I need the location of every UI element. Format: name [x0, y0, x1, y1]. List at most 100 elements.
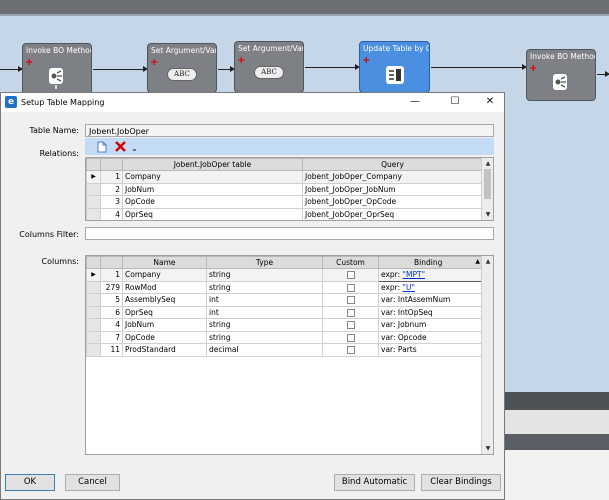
relations-row[interactable]: 3 OpCode Jobent_JobOper_OpCode: [86, 195, 483, 209]
delete-icon[interactable]: [115, 141, 126, 152]
binding-value: Parts: [397, 345, 417, 355]
binding-prefix: var:: [381, 295, 398, 305]
binding-link[interactable]: "MPT": [403, 270, 425, 279]
custom-checkbox[interactable]: [346, 346, 355, 355]
columns-row[interactable]: 4 JobNum string var: Jobnum: [86, 318, 483, 332]
relations-scrollbar[interactable]: ▲ ▼: [481, 158, 493, 220]
workflow-node-set-argument-1[interactable]: Set Argument/Vari + ABC: [147, 43, 217, 93]
custom-cell[interactable]: [322, 330, 379, 344]
scroll-thumb[interactable]: [484, 169, 491, 199]
cancel-button[interactable]: Cancel: [65, 474, 120, 491]
custom-checkbox[interactable]: [346, 296, 355, 305]
workflow-node-set-argument-2[interactable]: Set Argument/Vari + ABC: [234, 41, 304, 93]
query-column-cell[interactable]: Jobent_JobOper_OpCode: [302, 195, 483, 209]
columns-grid[interactable]: Name Type Custom Binding ▲ ▶ 1 Company st…: [85, 255, 494, 455]
custom-cell[interactable]: [322, 343, 379, 357]
scroll-up-icon[interactable]: ▲: [482, 158, 493, 169]
name-cell[interactable]: OpCode: [122, 330, 207, 344]
app-icon: e: [5, 96, 17, 108]
sort-ascending-icon: ▲: [475, 258, 480, 265]
type-cell[interactable]: string: [206, 318, 323, 332]
custom-checkbox[interactable]: [346, 333, 355, 342]
name-cell[interactable]: ProdStandard: [122, 343, 207, 357]
columns-scrollbar[interactable]: ▲ ▼: [481, 256, 493, 454]
minimize-button[interactable]: —: [397, 93, 433, 112]
name-cell[interactable]: Company: [122, 268, 207, 282]
relations-row[interactable]: ▶ 1 Company Jobent_JobOper_Company: [86, 170, 483, 184]
row-number: 4: [100, 207, 123, 220]
custom-cell[interactable]: [322, 268, 379, 282]
table-column-cell[interactable]: OprSeq: [122, 207, 303, 220]
columns-row[interactable]: 279 RowMod string expr: "U": [86, 280, 483, 294]
columns-row[interactable]: 6 OprSeq int var: IntOpSeq: [86, 305, 483, 319]
workflow-node-invoke-bo-2[interactable]: Invoke BO Method +: [526, 49, 596, 101]
binding-cell[interactable]: expr: "MPT": [378, 268, 483, 282]
relations-grid[interactable]: Jobent.JobOper table Query ▶ 1 Company J…: [85, 157, 494, 221]
name-cell[interactable]: JobNum: [122, 318, 207, 332]
custom-cell[interactable]: [322, 293, 379, 307]
custom-checkbox[interactable]: [346, 271, 355, 280]
table-column-cell[interactable]: OpCode: [122, 195, 303, 209]
query-column-cell[interactable]: Jobent_JobOper_JobNum: [302, 182, 483, 196]
query-column-cell[interactable]: Jobent_JobOper_OprSeq: [302, 207, 483, 220]
binding-cell[interactable]: expr: "U": [378, 280, 483, 294]
relations-row[interactable]: 2 JobNum Jobent_JobOper_JobNum: [86, 182, 483, 196]
columns-row[interactable]: 11 ProdStandard decimal var: Parts: [86, 343, 483, 357]
custom-checkbox[interactable]: [346, 283, 355, 292]
columns-row[interactable]: ▶ 1 Company string expr: "MPT": [86, 268, 483, 282]
type-cell[interactable]: int: [206, 293, 323, 307]
name-cell[interactable]: AssemblySeq: [122, 293, 207, 307]
type-cell[interactable]: int: [206, 305, 323, 319]
columns-filter-input[interactable]: [85, 227, 494, 240]
close-button[interactable]: ✕: [472, 93, 508, 112]
columns-row[interactable]: 7 OpCode string var: Opcode: [86, 330, 483, 344]
dropdown-icon[interactable]: ⌄: [131, 143, 138, 154]
add-icon: +: [529, 63, 538, 74]
custom-cell[interactable]: [322, 305, 379, 319]
clear-bindings-button[interactable]: Clear Bindings: [421, 474, 501, 491]
type-cell[interactable]: string: [206, 330, 323, 344]
table-name-field[interactable]: Jobent.JobOper: [85, 124, 494, 137]
dialog-title-bar[interactable]: e Setup Table Mapping — ☐ ✕: [1, 93, 504, 112]
query-column-cell[interactable]: Jobent_JobOper_Company: [302, 170, 483, 184]
type-cell[interactable]: string: [206, 280, 323, 294]
binding-cell[interactable]: var: Opcode: [378, 330, 483, 344]
custom-checkbox[interactable]: [346, 321, 355, 330]
name-cell[interactable]: OprSeq: [122, 305, 207, 319]
custom-cell[interactable]: [322, 318, 379, 332]
type-cell[interactable]: decimal: [206, 343, 323, 357]
column-header-type[interactable]: Type: [206, 256, 323, 269]
binding-cell[interactable]: var: Parts: [378, 343, 483, 357]
bind-automatic-button[interactable]: Bind Automatic: [334, 474, 415, 491]
type-cell[interactable]: string: [206, 268, 323, 282]
ok-button[interactable]: OK: [5, 474, 55, 491]
scroll-down-icon[interactable]: ▼: [482, 443, 493, 454]
table-column-cell[interactable]: JobNum: [122, 182, 303, 196]
binding-cell[interactable]: var: IntOpSeq: [378, 305, 483, 319]
row-indicator: [86, 195, 101, 209]
column-header-table[interactable]: Jobent.JobOper table: [122, 158, 303, 171]
column-header-query[interactable]: Query: [302, 158, 483, 171]
column-header-name[interactable]: Name: [122, 256, 207, 269]
columns-row[interactable]: 5 AssemblySeq int var: IntAssemNum: [86, 293, 483, 307]
custom-checkbox[interactable]: [346, 308, 355, 317]
table-column-cell[interactable]: Company: [122, 170, 303, 184]
binding-cell[interactable]: var: Jobnum: [378, 318, 483, 332]
workflow-node-update-table[interactable]: Update Table by Q +: [359, 41, 430, 93]
column-header-binding[interactable]: Binding ▲: [378, 256, 483, 269]
row-indicator-header: [86, 256, 101, 269]
column-header-custom[interactable]: Custom: [322, 256, 379, 269]
binding-link[interactable]: "U": [403, 283, 415, 292]
binding-cell[interactable]: var: IntAssemNum: [378, 293, 483, 307]
relations-row[interactable]: 4 OprSeq Jobent_JobOper_OprSeq: [86, 207, 483, 220]
scroll-down-icon[interactable]: ▼: [482, 209, 493, 220]
name-cell[interactable]: RowMod: [122, 280, 207, 294]
maximize-button[interactable]: ☐: [437, 93, 473, 112]
row-indicator: [86, 182, 101, 196]
bo-method-icon: [553, 74, 567, 90]
scroll-up-icon[interactable]: ▲: [482, 256, 493, 267]
new-document-icon[interactable]: [97, 141, 107, 153]
setup-table-mapping-dialog: e Setup Table Mapping — ☐ ✕ Table Name: …: [0, 92, 505, 500]
custom-cell[interactable]: [322, 280, 379, 294]
row-number: 279: [100, 280, 123, 294]
